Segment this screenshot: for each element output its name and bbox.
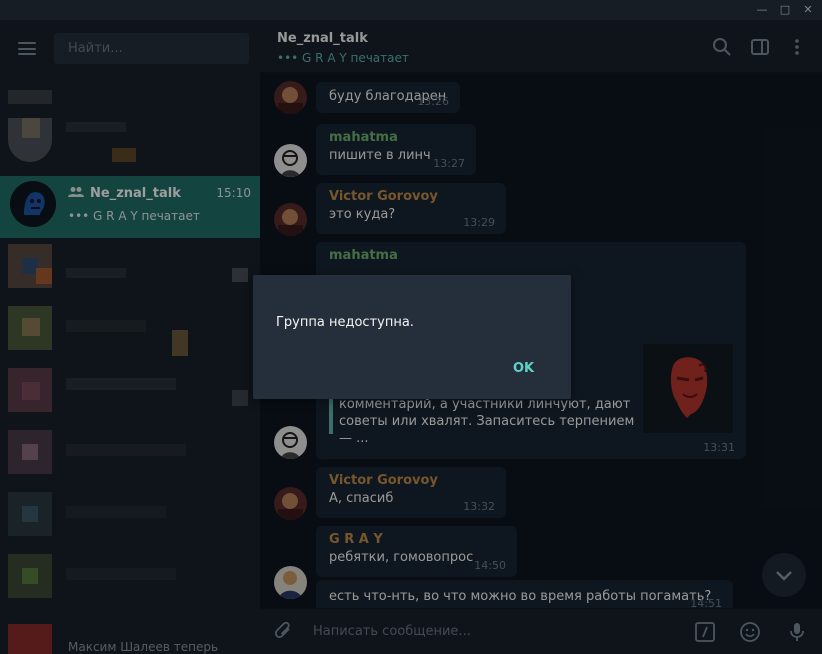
- ok-button[interactable]: OK: [513, 361, 534, 376]
- alert-dialog: Группа недоступна. OK: [253, 275, 571, 399]
- dialog-message: Группа недоступна.: [276, 315, 414, 330]
